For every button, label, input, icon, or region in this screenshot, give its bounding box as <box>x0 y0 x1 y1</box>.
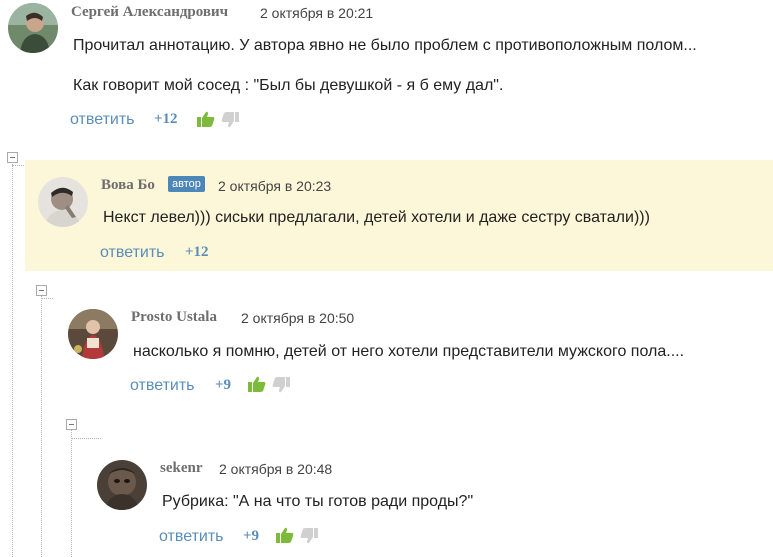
reply-link[interactable]: ответить <box>130 377 195 395</box>
thread-connector <box>41 298 53 299</box>
thumbs-up-icon[interactable] <box>248 376 266 392</box>
avatar[interactable] <box>38 177 88 227</box>
comment: sekenr 2 октября в 20:48 Рубрика: "А на … <box>0 450 773 557</box>
comment-score: +12 <box>185 244 209 260</box>
avatar[interactable] <box>68 309 118 359</box>
comment-text: насколько я помню, детей от него хотели … <box>133 343 685 360</box>
thumbs-down-icon[interactable] <box>272 377 290 393</box>
avatar[interactable] <box>97 460 147 510</box>
thumbs-down-icon[interactable] <box>221 112 239 128</box>
comment-score: +12 <box>154 111 178 127</box>
comment: Вова Бо автор 2 октября в 20:23 Некст ле… <box>0 160 773 271</box>
collapse-toggle-icon[interactable] <box>66 419 77 430</box>
comment-text: Рубрика: "А на что ты готов ради проды?" <box>162 493 474 510</box>
avatar[interactable] <box>8 3 58 53</box>
comment-text: Некст левел))) сиськи предлагали, детей … <box>103 209 650 226</box>
comment-date[interactable]: 2 октября в 20:50 <box>241 310 354 326</box>
reply-link[interactable]: ответить <box>159 528 224 546</box>
author-badge: автор <box>168 176 205 192</box>
comment-score: +9 <box>243 528 260 544</box>
thread-connector <box>71 438 101 439</box>
thumbs-down-icon[interactable] <box>300 528 318 544</box>
thumbs-up-icon[interactable] <box>276 527 294 543</box>
comment: Сергей Александрович 2 октября в 20:21 П… <box>0 0 773 140</box>
comment-text: Прочитал аннотацию. У автора явно не был… <box>73 37 697 54</box>
comment-text: Как говорит мой сосед : "Был бы девушкой… <box>73 77 504 94</box>
reply-link[interactable]: ответить <box>100 244 165 262</box>
reply-link[interactable]: ответить <box>70 111 135 129</box>
comment-score: +9 <box>215 377 232 393</box>
comment-author[interactable]: Сергей Александрович <box>71 4 228 21</box>
comment-date[interactable]: 2 октября в 20:21 <box>260 5 373 21</box>
comment-author[interactable]: Вова Бо <box>101 177 155 194</box>
comment-date[interactable]: 2 октября в 20:23 <box>218 178 331 194</box>
comment-author[interactable]: Prosto Ustala <box>131 309 217 326</box>
collapse-toggle-icon[interactable] <box>36 285 47 296</box>
comment: Prosto Ustala 2 октября в 20:50 наскольк… <box>0 300 773 410</box>
thumbs-up-icon[interactable] <box>197 111 215 127</box>
comment-date[interactable]: 2 октября в 20:48 <box>219 461 332 477</box>
comment-author[interactable]: sekenr <box>160 460 203 477</box>
